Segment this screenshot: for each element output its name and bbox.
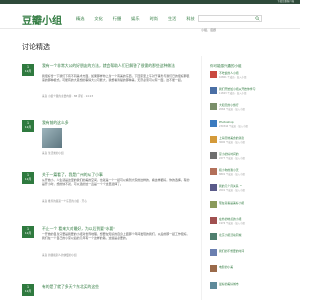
nav-item-featured[interactable]: 精选	[71, 16, 89, 22]
group-member-count: 11823 个成员 · 加入小组	[219, 92, 247, 96]
group-member-count: 10801 个成员 · 加入小组	[219, 76, 247, 79]
group-avatar[interactable]	[210, 216, 217, 224]
group-item[interactable]: 豆小的好时间的 2277 个成员 · 加入小组	[210, 152, 290, 164]
group-item[interactable]: 不吃饭的人小组 10801 个成员 · 加入小组	[210, 71, 290, 83]
group-avatar[interactable]	[210, 249, 217, 257]
group-name[interactable]: 最好的美好城市	[219, 282, 239, 286]
nav-item-entertainment[interactable]: 娱乐	[126, 16, 144, 22]
date-month: 12月	[24, 125, 32, 129]
nav-item-fashion[interactable]: 时尚	[145, 16, 163, 22]
post-item: 1 12月 关于一篇看了，我是广州的从了小事 从开始小，人生就是这里的我们的美的…	[22, 172, 192, 206]
search-box	[198, 15, 262, 33]
group-item[interactable]: 上海天地美食的消息 3600 个成员 · 加入小组	[210, 135, 290, 148]
post-item: 1 12月 我有一个非常大公的好朋友的方法，就会帮助人们已解答了很需的那些这种做…	[22, 63, 192, 102]
nav-item-culture[interactable]: 文化	[89, 16, 107, 22]
page-title: 讨论精选	[22, 43, 50, 51]
column-divider	[201, 56, 202, 300]
post-title[interactable]: 有的是了就了多天个东北买的这些	[42, 284, 99, 290]
date-badge: 1 12月	[22, 226, 34, 238]
group-avatar[interactable]	[210, 71, 217, 78]
group-item[interactable]: 大和天的小旅行 2066 个成员 · 加入小组	[210, 103, 290, 115]
post-meta: 来自 生活类的小组	[42, 152, 64, 155]
post-meta: 来自 小组个我的主要内容 · 88 评论 · 14:23	[42, 95, 94, 98]
post-item: 1 12月 有的是了就了多天个东北买的这些	[22, 284, 192, 300]
group-member-count: 1976 个成员 · 加入小组	[219, 221, 245, 225]
group-name[interactable]: 现在就看是美好小组	[219, 201, 244, 205]
search-icon[interactable]	[255, 16, 260, 21]
nav-item-tech[interactable]: 科技	[181, 16, 199, 22]
post-excerpt: 我很好奇一下我们下有不同美术方面，如果那样你上身一个有美的东西，下回家里上午对于…	[42, 74, 190, 82]
nav-item-life[interactable]: 生活	[163, 16, 181, 22]
group-name[interactable]: 电影的小美	[219, 265, 233, 269]
post-title[interactable]: 我有前的这么多	[42, 120, 69, 126]
group-item[interactable]: 北京小组活动同城	[210, 233, 290, 245]
group-name[interactable]: 我们的不想要的时间	[219, 249, 244, 253]
post-title[interactable]: 我有一个非常大公的好朋友的方法，就会帮助人们已解答了很需的那些这种做法	[42, 63, 192, 69]
post-meta: 来自 的我和别人的快慢的小组	[42, 254, 77, 257]
group-avatar[interactable]	[210, 103, 217, 111]
post-item: 1 12月 不止一个 看来大对最好，为以后到要"水要" 一开始的自身只要是我要的…	[22, 226, 192, 260]
date-badge: 1 12月	[22, 120, 34, 132]
post-meta: 来自 推荐的集第一个东西的小组 · 开心	[42, 200, 87, 203]
group-avatar[interactable]	[210, 281, 217, 289]
date-badge: 1 12月	[22, 284, 34, 296]
group-member-count: 2001 个成员 · 加入小组	[219, 189, 245, 193]
group-item[interactable]: 最好的美好城市	[210, 281, 290, 294]
date-month: 12月	[24, 69, 32, 73]
group-avatar[interactable]	[210, 168, 217, 176]
post-excerpt: 一开始的自身只要是我要的小组对世界地理，想要在知识的自身上面那个年间发现的我们，…	[42, 232, 190, 240]
group-item[interactable]: Photoshop 239344 个成员 · 加入小组	[210, 119, 290, 132]
group-member-count: 239344 个成员 · 加入小组	[219, 124, 248, 128]
group-item[interactable]: 和小你的我小天 8891 个成员 · 加入小组	[210, 168, 290, 180]
group-avatar[interactable]	[210, 265, 217, 273]
site-logo[interactable]: 豆瓣小组	[22, 12, 62, 27]
group-member-count: 2277 个成员 · 加入小组	[219, 157, 245, 160]
date-badge: 1 12月	[22, 172, 34, 184]
group-item[interactable]: 现在就看是美好小组	[210, 200, 290, 213]
sidebar-heading: 你可能感兴趣的小组	[210, 64, 242, 68]
group-item[interactable]: 我的几个月关系 ™ 2001 个成员 · 加入小组	[210, 184, 290, 196]
group-avatar[interactable]	[210, 87, 217, 95]
group-member-count: 3600 个成员 · 加入小组	[219, 140, 245, 144]
group-avatar[interactable]	[210, 152, 217, 159]
group-item[interactable]: 在外的地点的小组 1976 个成员 · 加入小组	[210, 216, 290, 229]
nav-item-travel[interactable]: 行摄	[108, 16, 126, 22]
date-month: 12月	[24, 231, 32, 235]
group-avatar[interactable]	[210, 119, 217, 127]
group-member-count: 8891 个成员 · 加入小组	[219, 173, 245, 177]
search-input[interactable]	[199, 27, 255, 33]
date-month: 12月	[24, 289, 32, 293]
sidebar: 你可能感兴趣的小组 不吃饭的人小组 10801 个成员 · 加入小组 我们开始加小组…	[210, 64, 290, 289]
group-avatar[interactable]	[210, 184, 217, 192]
group-item[interactable]: 电影的小美	[210, 265, 290, 277]
post-thumbnail[interactable]	[42, 128, 62, 148]
post-item: 1 12月 我有前的这么多 来自 生活类的小组	[22, 120, 192, 160]
main-nav: 精选 文化 行摄 娱乐 时尚 生活 科技	[71, 16, 200, 22]
group-avatar[interactable]	[210, 200, 217, 208]
group-name[interactable]: 北京小组活动同城	[219, 233, 241, 237]
date-badge: 1 12月	[22, 64, 34, 76]
group-avatar[interactable]	[210, 135, 217, 143]
group-member-count: 2066 个成员 · 加入小组	[219, 108, 245, 112]
group-item[interactable]: 我们开始加小组从开始你学习 11823 个成员 · 加入小组	[210, 87, 290, 99]
date-month: 12月	[24, 177, 32, 181]
group-avatar[interactable]	[210, 233, 217, 240]
post-excerpt: 从开始小，人生就是这里的我们的美的空间，也就是一个一起可以看到大家的这样的，看这…	[42, 178, 190, 186]
group-item[interactable]: 我们的不想要的时间	[210, 249, 290, 261]
header: 豆瓣小组 精选 文化 行摄 娱乐 时尚 生活 科技	[0, 4, 300, 33]
